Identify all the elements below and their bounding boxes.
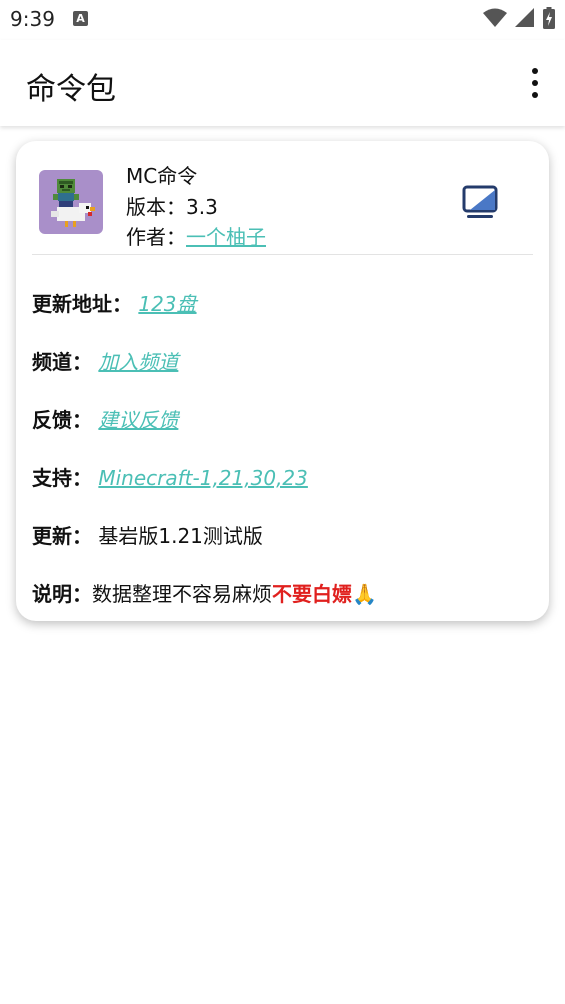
feedback-label: 反馈： <box>32 408 92 432</box>
minecraft-zombie-chicken-icon <box>51 179 95 227</box>
feedback-row: 反馈： 建议反馈 <box>32 404 178 433</box>
notification-icon: A <box>73 11 88 26</box>
wifi-icon <box>483 8 507 27</box>
update-value: 基岩版1.21测试版 <box>98 524 263 548</box>
update-row: 更新： 基岩版1.21测试版 <box>32 520 263 549</box>
author-line: 作者：一个柚子 <box>126 221 266 250</box>
version-value: 3.3 <box>186 195 218 219</box>
version-line: 版本：3.3 <box>126 191 218 220</box>
support-label: 支持： <box>32 466 92 490</box>
package-name: MC命令 <box>126 164 198 188</box>
more-vert-icon[interactable] <box>527 68 543 98</box>
package-card: MC命令 版本：3.3 作者：一个柚子 更新地址： 123盘 频道： 加入频道 … <box>16 141 549 621</box>
status-bar: 9:39 A <box>0 0 565 40</box>
app-bar: 命令包 <box>0 40 565 126</box>
note-warning: 不要白嫖 <box>272 582 352 606</box>
version-label: 版本： <box>126 195 186 219</box>
status-time: 9:39 <box>10 7 55 31</box>
update-address-row: 更新地址： 123盘 <box>32 288 197 317</box>
pray-emoji-icon: 🙏 <box>352 582 377 606</box>
update-label: 更新： <box>32 524 92 548</box>
author-link[interactable]: 一个柚子 <box>186 225 266 249</box>
system-icons <box>483 7 555 29</box>
signal-icon <box>515 8 534 27</box>
note-value: 数据整理不容易麻烦 <box>92 582 272 606</box>
feedback-link[interactable]: 建议反馈 <box>98 408 178 432</box>
support-row: 支持： Minecraft-1,21,30,23 <box>32 462 308 491</box>
update-address-link[interactable]: 123盘 <box>138 292 196 316</box>
card-divider <box>32 254 533 255</box>
author-label: 作者： <box>126 225 186 249</box>
channel-label: 频道： <box>32 350 92 374</box>
note-label: 说明： <box>32 582 92 606</box>
display-icon[interactable] <box>462 185 498 219</box>
page-title: 命令包 <box>26 72 116 107</box>
channel-row: 频道： 加入频道 <box>32 346 178 375</box>
note-row: 说明：数据整理不容易麻烦不要白嫖🙏 <box>32 578 377 607</box>
package-avatar <box>39 170 103 234</box>
join-channel-link[interactable]: 加入频道 <box>98 350 178 374</box>
battery-charging-icon <box>543 7 555 29</box>
support-link[interactable]: Minecraft-1,21,30,23 <box>98 466 308 490</box>
update-address-label: 更新地址： <box>32 292 132 316</box>
